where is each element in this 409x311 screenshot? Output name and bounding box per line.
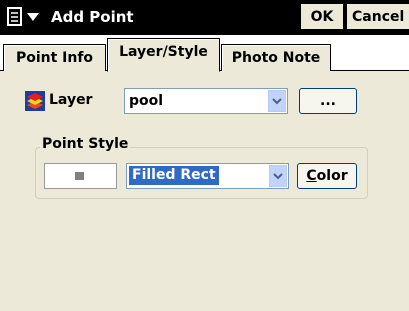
tab-layer-style[interactable]: Layer/Style bbox=[107, 38, 220, 72]
point-style-select[interactable]: Filled Rect bbox=[126, 163, 289, 189]
cancel-button[interactable]: Cancel bbox=[346, 3, 409, 30]
color-hotkey: C bbox=[306, 168, 317, 184]
color-button[interactable]: Color bbox=[297, 163, 357, 189]
color-swatch bbox=[75, 172, 84, 180]
point-style-legend: Point Style bbox=[40, 136, 131, 152]
start-menu-button[interactable] bbox=[3, 3, 47, 30]
tab-point-info[interactable]: Point Info bbox=[3, 44, 106, 71]
ok-button[interactable]: OK bbox=[300, 3, 344, 30]
menu-icon bbox=[7, 7, 39, 26]
layer-label: Layer bbox=[49, 92, 93, 108]
chevron-down-icon bbox=[27, 13, 39, 21]
color-label-rest: olor bbox=[316, 168, 348, 184]
tab-photo-note[interactable]: Photo Note bbox=[221, 44, 331, 71]
browse-layers-button[interactable]: ... bbox=[299, 88, 357, 114]
window-title: Add Point bbox=[51, 8, 134, 26]
tab-panel-layer-style: Layer pool ... Point Style Filled Rect C… bbox=[0, 71, 409, 311]
layer-select-value: pool bbox=[129, 93, 164, 109]
dropdown-arrow-icon[interactable] bbox=[269, 165, 287, 187]
style-preview bbox=[44, 163, 117, 189]
layer-select[interactable]: pool bbox=[124, 88, 288, 114]
dropdown-arrow-icon[interactable] bbox=[268, 90, 286, 112]
title-bar: Add Point OK Cancel bbox=[0, 0, 409, 35]
layer-icon bbox=[25, 91, 45, 111]
point-style-select-value: Filled Rect bbox=[129, 166, 219, 185]
